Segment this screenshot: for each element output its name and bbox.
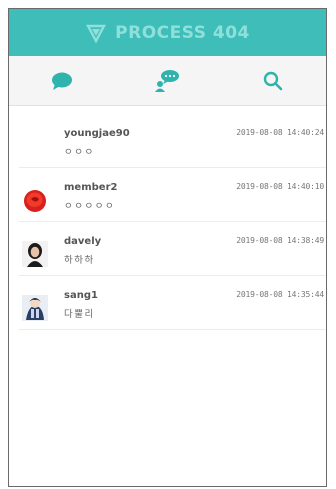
- conversation-row-sang1[interactable]: sang1 다뿔리 2019-08-08 14:35:44: [19, 276, 326, 330]
- conversation-time: 2019-08-08 14:35:44: [236, 290, 324, 299]
- chat-bubble-icon: [51, 72, 72, 90]
- character-avatar: [22, 295, 48, 321]
- toolbar: [9, 56, 326, 106]
- conversation-row-davely[interactable]: davely 하하하 2019-08-08 14:38:49: [19, 222, 326, 276]
- conversation-name: sang1: [64, 290, 98, 301]
- conversation-list: youngjae90 ㅇㅇㅇ 2019-08-08 14:40:24 membe…: [9, 106, 326, 330]
- shield-logo-icon: [86, 24, 107, 44]
- app-header: PROCESS 404: [9, 9, 326, 56]
- conversation-message: ㅇㅇㅇ: [64, 147, 95, 158]
- chat-tab-button[interactable]: [42, 63, 82, 99]
- search-button[interactable]: [253, 63, 293, 99]
- person-avatar: [22, 241, 48, 267]
- conversation-name: member2: [64, 182, 118, 193]
- conversation-time: 2019-08-08 14:40:10: [236, 182, 324, 191]
- search-icon: [263, 71, 283, 90]
- conversation-name: youngjae90: [64, 128, 130, 139]
- conversation-message: ㅇㅇㅇㅇㅇ: [64, 201, 116, 212]
- conversation-row-youngjae90[interactable]: youngjae90 ㅇㅇㅇ 2019-08-08 14:40:24: [19, 114, 326, 168]
- app-window: PROCESS 404 youngjae90 ㅇㅇㅇ 2019-08-08 14…: [8, 8, 327, 487]
- conversation-row-member2[interactable]: member2 ㅇㅇㅇㅇㅇ 2019-08-08 14:40:10: [19, 168, 326, 222]
- app-title: PROCESS 404: [115, 22, 250, 43]
- users-tab-button[interactable]: [147, 63, 187, 99]
- conversation-message: 다뿔리: [64, 309, 95, 320]
- conversation-message: 하하하: [64, 255, 95, 266]
- red-flower-avatar: [24, 190, 46, 212]
- conversation-time: 2019-08-08 14:40:24: [236, 128, 324, 137]
- user-chat-icon: [155, 69, 180, 92]
- conversation-time: 2019-08-08 14:38:49: [236, 236, 324, 245]
- conversation-name: davely: [64, 236, 102, 247]
